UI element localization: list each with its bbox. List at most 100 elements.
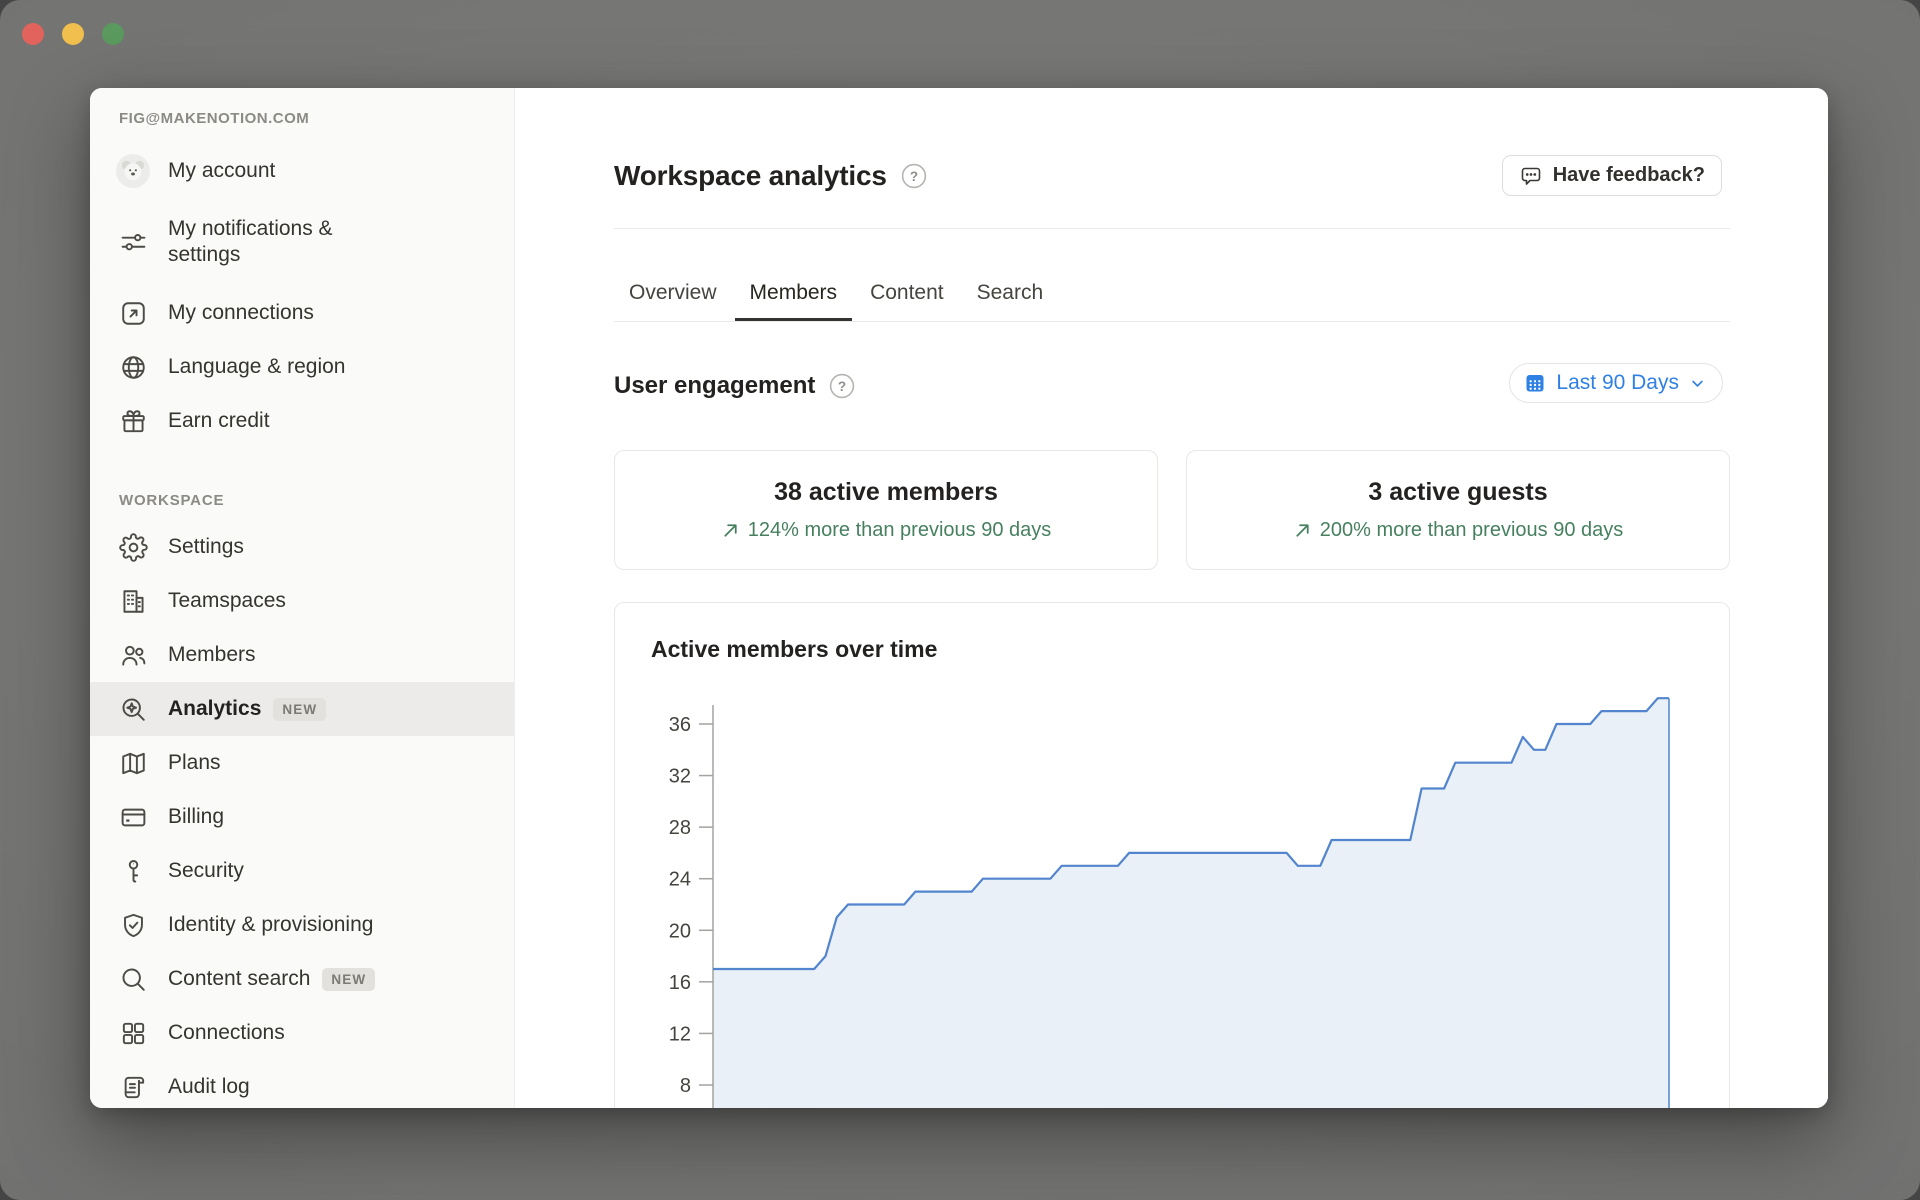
workspace-nav-section: SettingsTeamspacesMembersAnalyticsNEWPla…	[90, 520, 514, 1108]
shield-check-icon	[116, 908, 150, 942]
stat-delta: 124% more than previous 90 days	[721, 519, 1052, 542]
account-nav-section: My account My notifications & settings My …	[90, 144, 514, 448]
have-feedback-button[interactable]: Have feedback?	[1502, 155, 1722, 196]
sidebar-item-label: Plans	[168, 750, 221, 776]
sidebar-item-label: Identity & provisioning	[168, 912, 373, 938]
audit-log-icon	[116, 1070, 150, 1104]
stat-delta: 200% more than previous 90 days	[1293, 519, 1624, 542]
sidebar-item-settings[interactable]: Settings	[90, 520, 514, 574]
sidebar-item-language-region[interactable]: Language & region	[90, 340, 514, 394]
help-icon[interactable]: ?	[901, 163, 927, 189]
y-axis-tick-label: 24	[669, 869, 691, 891]
notion-settings-window: FIG@MAKENOTION.COM My account My notifica…	[90, 88, 1828, 1108]
user-engagement-title: User engagement	[614, 372, 815, 400]
map-icon	[116, 746, 150, 780]
sidebar-item-audit-log[interactable]: Audit log	[90, 1060, 514, 1108]
sidebar-item-members[interactable]: Members	[90, 628, 514, 682]
sidebar-item-security[interactable]: Security	[90, 844, 514, 898]
help-icon[interactable]: ?	[829, 373, 855, 399]
sidebar-item-label: Language & region	[168, 354, 346, 380]
globe-icon	[116, 350, 150, 384]
minimize-button[interactable]	[62, 23, 84, 45]
user-engagement-header: User engagement ? Last 90 Days	[614, 364, 1730, 408]
y-axis-tick-label: 20	[669, 920, 691, 942]
analytics-icon	[116, 692, 150, 726]
active-members-chart-card: Active members over time 812162024283236	[614, 602, 1730, 1108]
sidebar-item-my-notifications-settings[interactable]: My notifications & settings	[90, 198, 514, 286]
grid-icon	[116, 1016, 150, 1050]
stat-delta-text: 124% more than previous 90 days	[748, 519, 1052, 542]
sidebar-item-plans[interactable]: Plans	[90, 736, 514, 790]
sidebar-item-billing[interactable]: Billing	[90, 790, 514, 844]
page-title: Workspace analytics	[614, 160, 887, 192]
search-icon	[116, 962, 150, 996]
y-axis-tick-label: 12	[669, 1023, 691, 1045]
stat-value: 38 active members	[774, 478, 998, 507]
sidebar-item-label: Content search	[168, 966, 310, 992]
page-header: Workspace analytics ? Have feedback?	[614, 154, 1730, 198]
sidebar-item-label: My connections	[168, 300, 314, 326]
sidebar-item-label: Security	[168, 858, 244, 884]
sidebar-item-teamspaces[interactable]: Teamspaces	[90, 574, 514, 628]
y-axis-tick-label: 16	[669, 972, 691, 994]
header-divider	[614, 228, 1730, 229]
sidebar-item-connections[interactable]: Connections	[90, 1006, 514, 1060]
sidebar-item-content-search[interactable]: Content search NEW	[90, 952, 514, 1006]
have-feedback-label: Have feedback?	[1553, 164, 1705, 187]
stat-cards: 38 active members 124% more than previous…	[614, 450, 1730, 570]
sidebar-item-label: Connections	[168, 1020, 285, 1046]
close-button[interactable]	[22, 23, 44, 45]
feedback-bubble-icon	[1519, 164, 1543, 188]
trend-up-icon	[721, 521, 740, 540]
gift-icon	[116, 404, 150, 438]
analytics-tabs: OverviewMembersContentSearch	[614, 265, 1730, 322]
sidebar-item-label: Members	[168, 642, 256, 668]
sidebar-item-label: Audit log	[168, 1074, 250, 1100]
tab-content[interactable]: Content	[855, 265, 959, 321]
arrow-up-right-icon	[116, 296, 150, 330]
y-axis-tick-label: 28	[669, 817, 691, 839]
settings-main-panel: Workspace analytics ? Have feedback? Ove…	[515, 88, 1828, 1108]
stat-card-38-active-members: 38 active members 124% more than previous…	[614, 450, 1158, 570]
sidebar-item-label: Analytics	[168, 696, 261, 722]
y-axis-tick-label: 36	[669, 714, 691, 736]
sidebar-item-identity-provisioning[interactable]: Identity & provisioning	[90, 898, 514, 952]
building-icon	[116, 584, 150, 618]
settings-sidebar: FIG@MAKENOTION.COM My account My notifica…	[90, 88, 515, 1108]
active-members-area-chart: 8 12 16 20 24 28 32 36	[615, 603, 1730, 1108]
sidebar-item-my-connections[interactable]: My connections	[90, 286, 514, 340]
stat-value: 3 active guests	[1368, 478, 1547, 507]
window-controls	[22, 23, 124, 45]
sidebar-item-label: Earn credit	[168, 408, 270, 434]
y-axis-tick-label: 8	[680, 1075, 691, 1097]
sidebar-item-label: Teamspaces	[168, 588, 286, 614]
calendar-icon	[1523, 371, 1547, 395]
sidebar-item-label: Billing	[168, 804, 224, 830]
desktop-background: FIG@MAKENOTION.COM My account My notifica…	[0, 0, 1920, 1200]
sidebar-item-analytics[interactable]: AnalyticsNEW	[90, 682, 514, 736]
sidebar-item-earn-credit[interactable]: Earn credit	[90, 394, 514, 448]
sidebar-item-my-account[interactable]: My account	[90, 144, 514, 198]
members-icon	[116, 638, 150, 672]
chevron-down-icon	[1688, 374, 1707, 393]
zoom-button[interactable]	[102, 23, 124, 45]
tab-overview[interactable]: Overview	[614, 265, 732, 321]
svg-text:?: ?	[910, 169, 918, 184]
credit-card-icon	[116, 800, 150, 834]
svg-text:?: ?	[838, 379, 846, 394]
sidebar-item-label: My account	[168, 158, 275, 184]
sidebar-item-label: Settings	[168, 534, 244, 560]
tab-members[interactable]: Members	[735, 265, 853, 321]
stat-delta-text: 200% more than previous 90 days	[1320, 519, 1624, 542]
y-axis-tick-label: 32	[669, 766, 691, 788]
date-range-dropdown[interactable]: Last 90 Days	[1509, 363, 1723, 403]
date-range-label: Last 90 Days	[1556, 371, 1679, 395]
tab-search[interactable]: Search	[962, 265, 1059, 321]
sidebar-item-label: My notifications & settings	[168, 216, 378, 269]
trend-up-icon	[1293, 521, 1312, 540]
new-badge: NEW	[322, 968, 375, 991]
account-email: FIG@MAKENOTION.COM	[90, 106, 514, 132]
avatar	[116, 154, 150, 188]
stat-card-3-active-guests: 3 active guests 200% more than previous 9…	[1186, 450, 1730, 570]
gear-icon	[116, 530, 150, 564]
